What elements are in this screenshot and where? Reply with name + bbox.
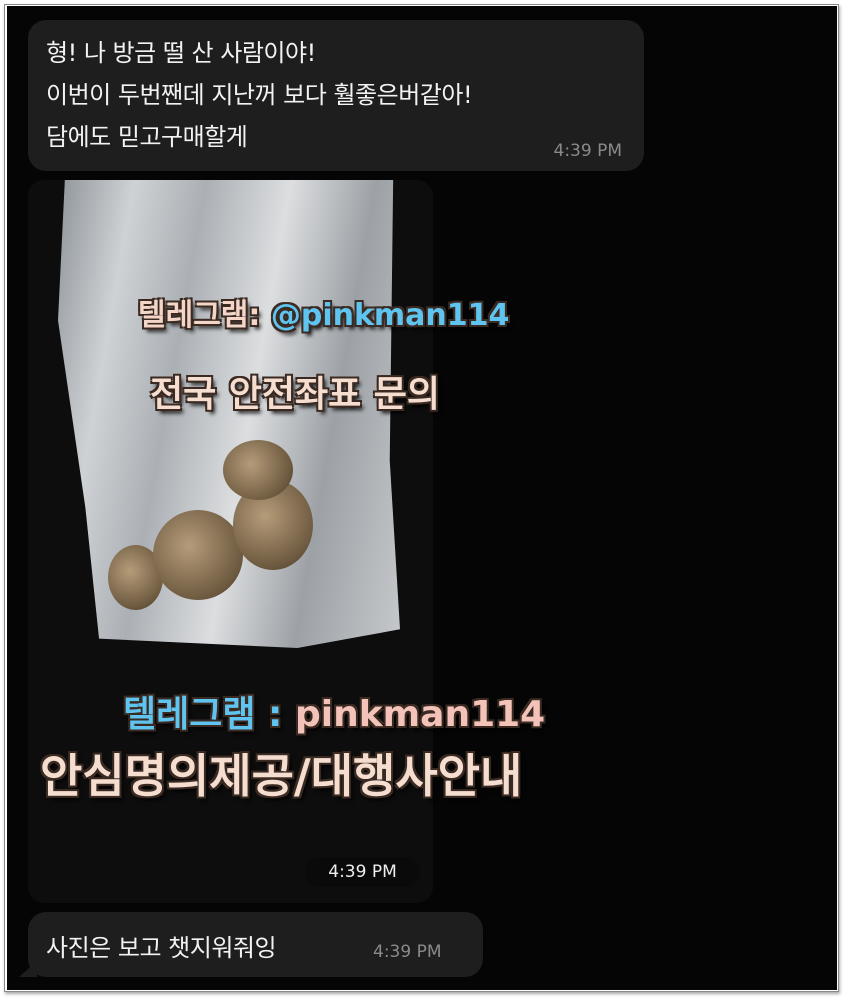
timestamp: 4:39 PM xyxy=(373,942,442,962)
timestamp: 4:39 PM xyxy=(553,141,623,161)
message-bubble[interactable]: 형! 나 방금 떨 산 사람이야! 이번이 두번짼데 지난꺼 보다 훨좋은버같아… xyxy=(28,20,644,171)
watermark-line1: 텔레그램: @pinkman114 xyxy=(138,298,510,333)
watermark-line3: 텔레그램 : pinkman114 xyxy=(123,694,546,735)
message-line: 형! 나 방금 떨 산 사람이야! xyxy=(46,39,316,67)
message-line: 담에도 믿고구매할게 xyxy=(46,123,248,151)
photo-message[interactable]: 텔레그램: @pinkman114 전국 안전좌표 문의 텔레그램 : pink… xyxy=(28,180,545,903)
chat-screen: 형! 나 방금 떨 산 사람이야! 이번이 두번짼데 지난꺼 보다 훨좋은버같아… xyxy=(7,6,837,990)
photo-detail xyxy=(223,440,293,500)
message-text: 사진은 보고 챗지워줘잉 xyxy=(46,934,277,962)
watermark-line2: 전국 안전좌표 문의 xyxy=(150,374,441,415)
watermark-line4: 안심명의제공/대행사안내 xyxy=(40,749,523,803)
photo-detail xyxy=(153,510,243,600)
message-bubble[interactable]: 사진은 보고 챗지워줘잉 4:39 PM xyxy=(28,912,483,977)
message-text: 형! 나 방금 떨 산 사람이야! 이번이 두번짼데 지난꺼 보다 훨좋은버같아… xyxy=(46,32,473,158)
timestamp: 4:39 PM xyxy=(305,857,420,887)
message-line: 이번이 두번짼데 지난꺼 보다 훨좋은버같아! xyxy=(46,81,473,109)
